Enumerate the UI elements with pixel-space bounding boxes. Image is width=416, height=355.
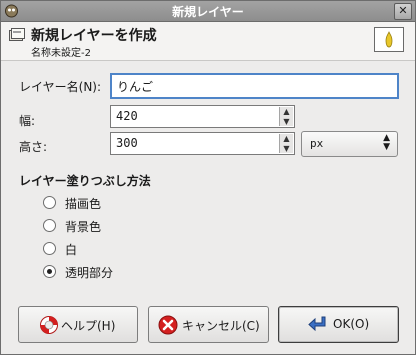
radio-background-label[interactable]: 背景色 [65,218,101,235]
ok-button[interactable]: OK(O) [278,306,399,343]
cancel-icon [158,315,178,335]
window-title: 新規レイヤー [172,5,244,19]
unit-select[interactable]: px ▲ ▼ [301,131,398,157]
height-spinbutton[interactable]: 300 ▲ ▼ [110,132,295,155]
help-button[interactable]: ヘルプ(H) [18,306,138,343]
arrow-up-icon[interactable]: ▲ [280,134,293,144]
width-stepper[interactable]: ▲ ▼ [279,107,293,126]
new-layer-icon [9,28,25,41]
radio-transparent[interactable] [43,265,56,278]
unit-value: px [310,137,324,150]
layer-name-input[interactable]: りんご [110,73,399,99]
ok-button-label: OK(O) [333,317,370,331]
arrow-up-icon[interactable]: ▲ [280,107,293,117]
width-label: 幅: [19,114,36,128]
radio-foreground[interactable] [43,196,56,209]
lifebuoy-icon [40,316,58,334]
layer-name-label: レイヤー名(N): [19,80,102,94]
pear-icon [385,31,393,48]
title-bar[interactable]: 新規レイヤー ✕ [1,1,415,22]
radio-foreground-label[interactable]: 描画色 [65,195,101,212]
dialog-window: 新規レイヤー ✕ 新規レイヤーを作成 名称未設定-2 レイヤー名(N): りんご… [0,0,416,355]
radio-white[interactable] [43,242,56,255]
radio-background[interactable] [43,219,56,232]
radio-white-label[interactable]: 白 [65,241,77,258]
close-icon[interactable]: ✕ [394,3,412,20]
dialog-header: 新規レイヤーを作成 名称未設定-2 [1,22,415,61]
image-name: 名称未設定-2 [31,48,91,59]
radio-transparent-label[interactable]: 透明部分 [65,264,113,281]
height-stepper[interactable]: ▲ ▼ [279,134,293,153]
layer-name-value: りんご [117,80,154,94]
fill-type-heading: レイヤー塗りつぶし方法 [19,174,151,188]
height-label: 高さ: [19,140,48,154]
cancel-button-label: キャンセル(C) [182,319,260,333]
enter-arrow-icon [308,316,326,332]
help-button-label: ヘルプ(H) [61,319,116,333]
width-value: 420 [116,109,138,123]
width-spinbutton[interactable]: 420 ▲ ▼ [110,105,295,128]
arrow-down-icon[interactable]: ▼ [280,144,293,154]
dialog-heading: 新規レイヤーを作成 [31,28,157,44]
layer-preview [374,27,404,52]
updown-arrow-icon: ▲ ▼ [383,133,390,152]
height-value: 300 [116,136,138,150]
cancel-button[interactable]: キャンセル(C) [148,306,269,343]
arrow-down-icon[interactable]: ▼ [280,117,293,127]
